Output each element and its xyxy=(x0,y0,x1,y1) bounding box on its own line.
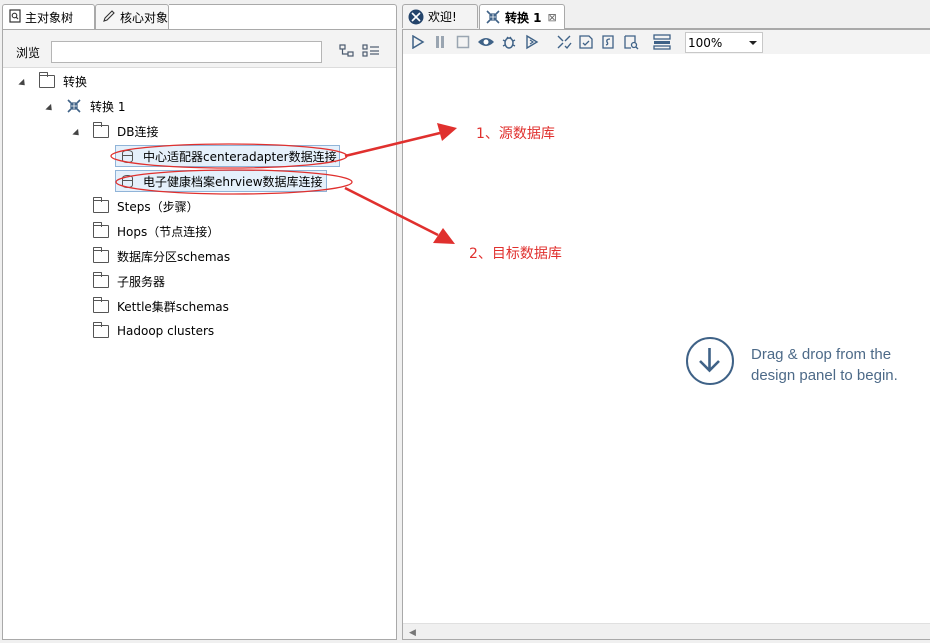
tree-item-hops[interactable]: Hops（节点连接） xyxy=(92,220,220,242)
left-panel: 主对象树 核心对象 浏览 转换 转换 1 DB连接 中心适配器centerada… xyxy=(2,4,397,640)
tree-item-hadoop-clusters[interactable]: Hadoop clusters xyxy=(92,320,215,342)
canvas-hint-text: Drag & drop from the design panel to beg… xyxy=(751,346,898,384)
collapse-tree-icon[interactable] xyxy=(362,44,380,61)
tree-item-cluster-schemas[interactable]: Kettle集群schemas xyxy=(92,295,229,317)
tab-core-objects-label: 核心对象 xyxy=(120,10,169,25)
annotation-target-label: 2、目标数据库 xyxy=(469,246,562,262)
db-connection-label: 中心适配器centeradapter数据连接 xyxy=(143,149,337,164)
analyze-icon[interactable] xyxy=(577,33,595,51)
search-doc-icon xyxy=(9,8,21,26)
browse-label: 浏览 xyxy=(16,46,41,60)
pause-icon[interactable] xyxy=(431,33,449,51)
transform-icon xyxy=(66,98,82,114)
folder-icon xyxy=(92,296,109,313)
expand-arrow-icon[interactable] xyxy=(18,78,28,89)
tab-core-objects[interactable]: 核心对象 xyxy=(95,4,169,29)
tabbar-fill xyxy=(565,4,930,29)
browse-input[interactable] xyxy=(51,41,322,63)
tree-item-label: DB连接 xyxy=(117,124,159,139)
tree-item-db-connections[interactable]: DB连接 xyxy=(92,120,159,142)
folder-icon xyxy=(92,271,109,288)
expand-arrow-icon[interactable] xyxy=(72,128,82,139)
tree-item-label: Kettle集群schemas xyxy=(117,299,229,314)
tab-transform-1[interactable]: 转换 1 ⊠ xyxy=(479,4,565,29)
database-icon xyxy=(122,149,133,163)
tab-main-object-tree[interactable]: 主对象树 xyxy=(2,4,95,29)
tree-item-label: Steps（步骤） xyxy=(117,199,199,214)
tab-welcome-label: 欢迎! xyxy=(428,10,457,24)
tree-item-steps[interactable]: Steps（步骤） xyxy=(92,195,199,217)
tree-item-transform[interactable]: 转换 1 xyxy=(66,95,125,117)
left-body: 浏览 转换 转换 1 DB连接 中心适配器centeradapter数据连接 电… xyxy=(2,29,397,640)
tree-item-partition-schemas[interactable]: 数据库分区schemas xyxy=(92,245,231,267)
db-connection-target[interactable]: 电子健康档案ehrview数据库连接 xyxy=(115,170,327,192)
explore-db-icon[interactable] xyxy=(622,33,640,51)
folder-icon xyxy=(92,121,109,138)
chevron-down-icon xyxy=(749,41,757,45)
db-connection-source[interactable]: 中心适配器centeradapter数据连接 xyxy=(115,145,340,167)
debug-icon[interactable] xyxy=(500,33,518,51)
replay-icon[interactable] xyxy=(523,33,541,51)
folder-icon xyxy=(92,246,109,263)
expand-arrow-icon[interactable] xyxy=(45,103,55,114)
zoom-select[interactable]: 100% xyxy=(685,32,763,53)
tree-item-root[interactable]: 转换 xyxy=(38,70,88,92)
scroll-left-icon[interactable]: ◀ xyxy=(409,628,416,638)
transform-icon xyxy=(485,9,501,25)
run-icon[interactable] xyxy=(409,33,427,51)
close-icon[interactable]: ⊠ xyxy=(548,11,557,24)
pencil-icon xyxy=(102,9,116,26)
db-connection-label: 电子健康档案ehrview数据库连接 xyxy=(143,174,323,189)
annotation-source-label: 1、源数据库 xyxy=(476,126,555,142)
drop-arrow-icon xyxy=(686,337,734,385)
tree-item-label: 子服务器 xyxy=(117,274,166,289)
right-panel: 欢迎! 转换 1 ⊠ 100% Drag & drop from the des… xyxy=(402,4,930,640)
folder-icon xyxy=(92,196,109,213)
preview-icon[interactable] xyxy=(477,33,495,51)
zoom-value: 100% xyxy=(688,35,723,50)
tree-item-slave-servers[interactable]: 子服务器 xyxy=(92,270,166,292)
tree-item-label: Hops（节点连接） xyxy=(117,224,220,239)
tab-transform-1-label: 转换 1 xyxy=(505,10,542,25)
tab-welcome[interactable]: 欢迎! xyxy=(402,4,478,28)
browse-bar: 浏览 xyxy=(3,30,396,68)
tab-main-object-tree-label: 主对象树 xyxy=(25,10,74,25)
spoon-logo-icon xyxy=(408,9,424,25)
folder-icon xyxy=(38,71,55,88)
folder-icon xyxy=(92,221,109,238)
tree-item-label: Hadoop clusters xyxy=(117,324,215,338)
toolbar: 100% xyxy=(403,30,930,54)
tree-item-label: 转换 1 xyxy=(90,99,126,114)
tree-item-label: 转换 xyxy=(63,74,88,89)
left-tabbar: 主对象树 核心对象 xyxy=(2,4,397,29)
expand-tree-icon[interactable] xyxy=(339,44,355,61)
folder-icon xyxy=(92,321,109,338)
database-icon xyxy=(122,174,133,188)
sql-icon[interactable] xyxy=(599,33,617,51)
verify-icon[interactable] xyxy=(555,33,573,51)
show-results-icon[interactable] xyxy=(653,33,671,51)
stop-icon[interactable] xyxy=(454,33,472,51)
right-body: 100% Drag & drop from the design panel t… xyxy=(402,29,930,640)
tree-item-label: 数据库分区schemas xyxy=(117,249,231,264)
tabbar-fill xyxy=(169,4,397,29)
horizontal-scrollbar[interactable]: ◀ xyxy=(403,623,930,639)
